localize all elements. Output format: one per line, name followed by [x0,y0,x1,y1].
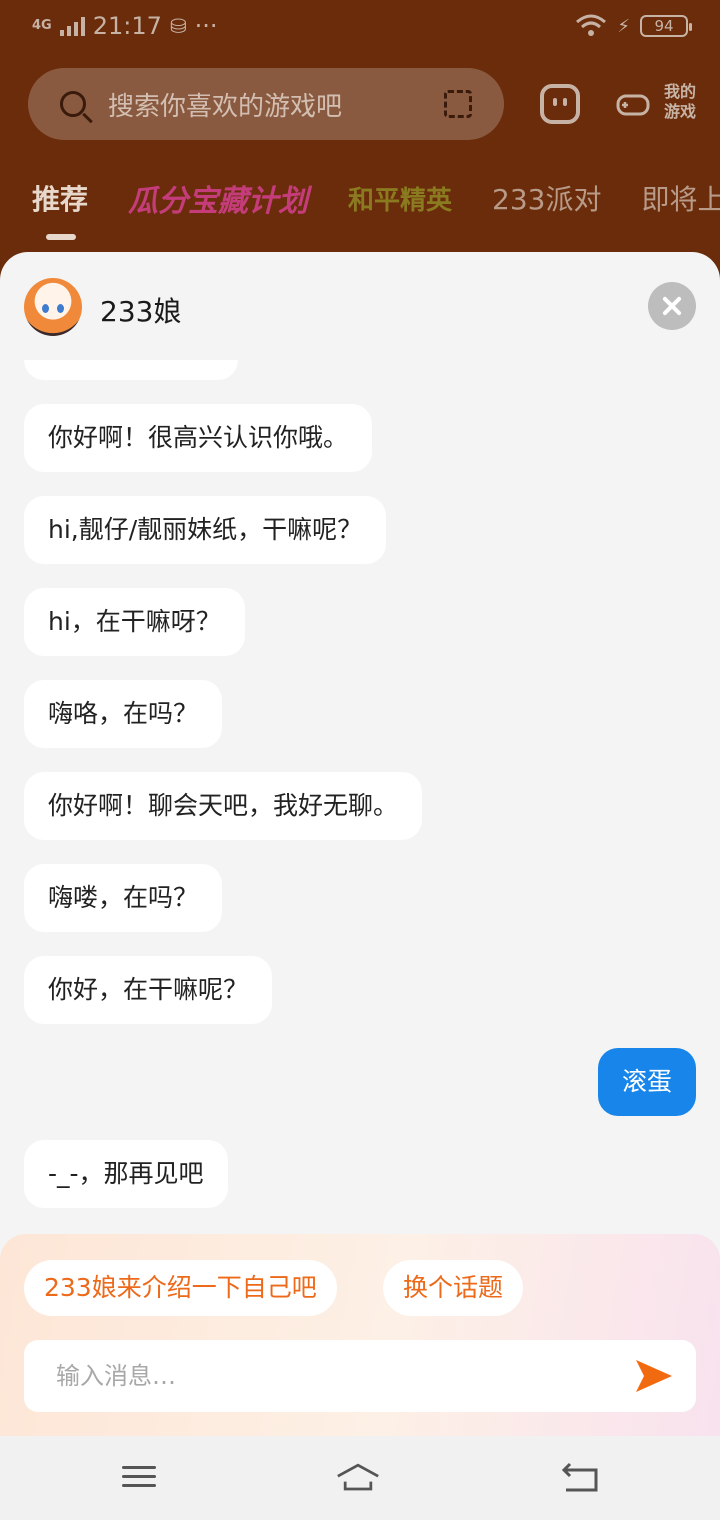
battery-icon: 94 [640,15,692,37]
storage-icon: ⛁ [169,14,187,38]
system-nav-bar [0,1436,720,1520]
tab-treasure-plan[interactable]: 瓜分宝藏计划 [128,176,308,220]
message-bubble: hi，在干嘛呀？ [24,588,245,656]
message-bubble: -_-，那再见吧 [24,1140,228,1208]
user-message-bubble: 滚蛋 [597,1048,696,1116]
search-icon [60,91,86,117]
status-bar: 4G 21:17 ⛁ ··· ⚡ 94 [0,0,720,58]
chat-header: 233娘 [0,252,720,360]
tab-233-party[interactable]: 233派对 [492,178,601,218]
battery-level: 94 [654,17,674,35]
message-input[interactable] [24,1340,614,1412]
status-more: ··· [194,12,218,40]
message-icon[interactable] [540,84,580,124]
gamepad-icon [616,94,650,116]
menu-icon[interactable] [118,1460,162,1496]
tab-peace-elite[interactable]: 和平精英 [348,180,452,217]
message-bubble: 你好啊！聊会天吧，我好无聊。 [24,772,423,840]
close-icon[interactable] [648,282,696,330]
status-time: 21:17 [92,12,162,40]
signal-icon [59,16,85,36]
message-bubble: 嗨咯，在吗？ [24,680,223,748]
scan-icon[interactable] [444,90,472,118]
message-bubble: 你好，在干嘛呢？ [24,956,273,1024]
message-bubble-partial [24,360,238,380]
chat-title: 233娘 [100,295,182,328]
network-indicator: 4G [32,18,52,33]
search-bar[interactable]: 搜索你喜欢的游戏吧 [28,68,504,140]
message-bubble: hi,靓仔/靓丽妹纸，干嘛呢？ [24,496,387,564]
tab-recommend[interactable]: 推荐 [32,178,88,240]
send-icon[interactable] [634,1356,674,1396]
charging-icon: ⚡ [617,15,630,37]
home-icon[interactable] [336,1460,380,1496]
avatar [24,278,82,336]
my-games-button[interactable]: 我的 游戏 [616,82,696,128]
chat-sheet: 233娘 你好啊！很高兴认识你哦。 hi,靓仔/靓丽妹纸，干嘛呢？ hi，在干嘛… [0,252,720,1436]
suggestion-chip-change-topic[interactable]: 换个话题 [383,1260,524,1316]
tab-upcoming[interactable]: 即将上 [641,178,720,218]
input-panel: 233娘来介绍一下自己吧 换个话题 [0,1234,720,1436]
message-bubble: 你好啊！很高兴认识你哦。 [24,404,373,472]
message-list[interactable]: 你好啊！很高兴认识你哦。 hi,靓仔/靓丽妹纸，干嘛呢？ hi，在干嘛呀？ 嗨咯… [0,360,720,1240]
search-placeholder: 搜索你喜欢的游戏吧 [108,91,343,122]
message-input-row [24,1340,696,1412]
message-bubble: 嗨喽，在吗？ [24,864,223,932]
category-tabs: 推荐 瓜分宝藏计划 和平精英 233派对 即将上 [32,176,720,240]
wifi-icon [576,14,607,36]
suggestion-chip-intro[interactable]: 233娘来介绍一下自己吧 [24,1260,337,1316]
back-icon[interactable] [558,1460,602,1496]
